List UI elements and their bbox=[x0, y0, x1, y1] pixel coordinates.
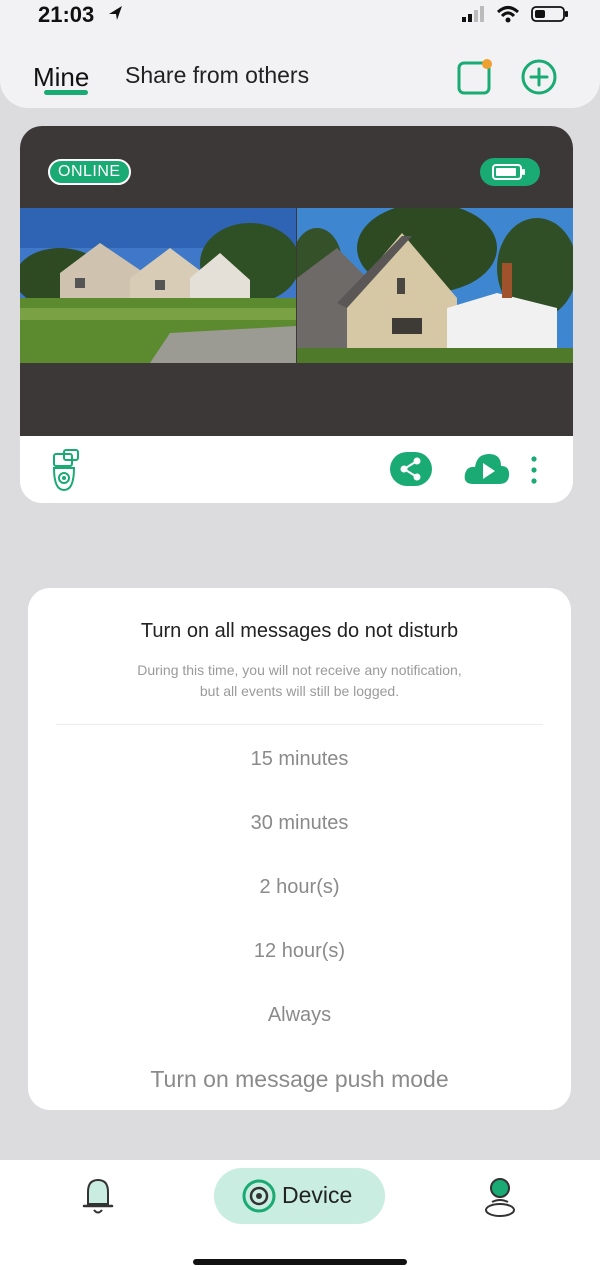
status-time: 21:03 bbox=[38, 2, 95, 27]
option-15-minutes[interactable]: 15 minutes bbox=[28, 748, 571, 771]
device-card[interactable]: ONLINE bbox=[20, 126, 573, 503]
ptz-camera-icon bbox=[52, 449, 79, 492]
status-icons bbox=[462, 6, 568, 23]
signal-icon bbox=[462, 6, 484, 22]
tab-mine-underline bbox=[44, 90, 88, 95]
share-icon[interactable] bbox=[390, 452, 432, 486]
tab-mine[interactable]: Mine bbox=[33, 62, 89, 93]
status-badge: ONLINE bbox=[48, 159, 131, 185]
nav-device-label: Device bbox=[282, 1182, 353, 1208]
location-arrow-icon bbox=[109, 6, 122, 20]
profile-icon[interactable] bbox=[482, 1174, 518, 1218]
camera-preview-left[interactable] bbox=[20, 208, 296, 363]
nav-device-tab[interactable]: Device bbox=[214, 1168, 385, 1224]
camera-preview-right[interactable] bbox=[297, 208, 573, 363]
option-always[interactable]: Always bbox=[28, 1004, 571, 1027]
cloud-play-icon[interactable] bbox=[463, 450, 511, 486]
sheet-description-line-2: but all events will still be logged. bbox=[199, 683, 400, 699]
add-device-icon[interactable] bbox=[520, 58, 558, 96]
device-camera-icon bbox=[242, 1179, 276, 1213]
sheet-description: During this time, you will not receive a… bbox=[68, 660, 531, 702]
header: Mine Share from others bbox=[0, 30, 600, 108]
sheet-description-line-1: During this time, you will not receive a… bbox=[137, 662, 462, 678]
option-2-hours[interactable]: 2 hour(s) bbox=[28, 876, 571, 899]
option-12-hours[interactable]: 12 hour(s) bbox=[28, 940, 571, 963]
bottom-nav: Device bbox=[0, 1160, 600, 1270]
sheet-divider bbox=[56, 724, 543, 725]
option-30-minutes[interactable]: 30 minutes bbox=[28, 812, 571, 835]
note-icon[interactable] bbox=[456, 58, 494, 96]
more-vertical-icon[interactable] bbox=[526, 454, 542, 486]
home-indicator bbox=[193, 1259, 407, 1265]
sheet-title: Turn on all messages do not disturb bbox=[140, 620, 459, 642]
device-action-bar bbox=[20, 436, 573, 503]
battery-icon bbox=[480, 158, 540, 186]
device-preview-area: ONLINE bbox=[20, 126, 573, 436]
bell-icon[interactable] bbox=[80, 1174, 116, 1218]
push-mode-button[interactable]: Turn on message push mode bbox=[28, 1066, 571, 1093]
wifi-icon bbox=[496, 6, 520, 23]
tab-share-from-others[interactable]: Share from others bbox=[125, 62, 309, 89]
battery-status-icon bbox=[531, 6, 568, 22]
do-not-disturb-sheet: Turn on all messages do not disturb Duri… bbox=[28, 588, 571, 1110]
